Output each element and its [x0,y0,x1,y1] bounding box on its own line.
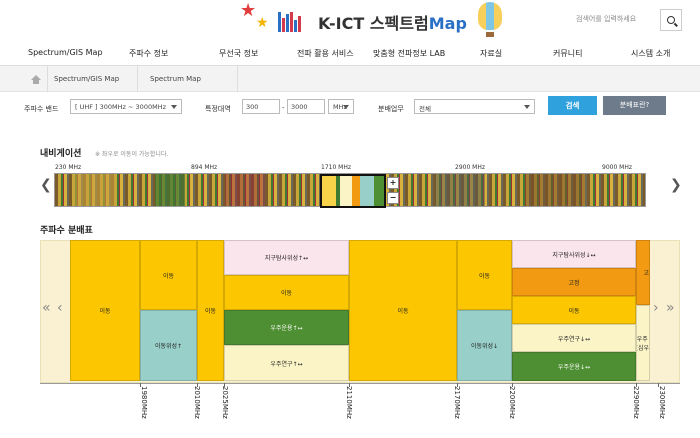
range-to-input[interactable]: 3000 [287,99,325,114]
alloc-cell[interactable]: 우주 (심우 [636,305,650,381]
alloc-cell[interactable]: 이동 [140,240,197,310]
nav-right-arrow-icon[interactable]: ❯ [670,177,682,193]
range-from-input[interactable]: 300 [242,99,280,114]
nav-frequency-info[interactable]: 주파수 정보 [129,48,168,59]
nav-tick: 1710 MHz [321,164,352,171]
alloc-cell[interactable]: 이동 [197,240,224,381]
search-button[interactable] [660,9,682,31]
window-band [374,176,384,206]
alloc-cell[interactable]: 우주연구↓↔ [512,324,636,352]
freq-label: 2010MHz [193,386,201,419]
window-band [340,176,352,206]
nav-left-arrow-icon[interactable]: ❮ [40,177,52,193]
nav-system-intro[interactable]: 시스템 소개 [631,48,670,59]
filter-bar: 주파수 밴드 [ UHF ] 300MHz ~ 3000MHz 특정대역 300… [0,96,700,120]
band-select-value: [ UHF ] 300MHz ~ 3000MHz [75,103,166,111]
alloc-cell[interactable]: 이동 [224,275,349,310]
nav-community[interactable]: 커뮤니티 [553,48,582,59]
chevron-down-icon [171,105,177,109]
nav-tick: 9000 MHz [602,164,633,171]
home-button[interactable] [24,66,48,92]
nav-custom-lab[interactable]: 맞춤형 전파정보 LAB [373,48,445,59]
allocation-help-button[interactable]: 분배표란? [603,96,666,115]
alloc-cell[interactable]: 고 [636,240,650,305]
range-separator: - [282,104,285,112]
alloc-cell[interactable]: 고정 [512,268,636,296]
alloc-cell[interactable]: 지구탐사위성↓↔ [512,240,636,268]
home-icon [30,74,41,84]
service-label: 분배업무 [378,105,404,113]
alloc-cell[interactable]: 우주운용↓↔ [512,352,636,381]
star-icon: ★ [240,0,257,21]
band-select[interactable]: [ UHF ] 300MHz ~ 3000MHz [70,99,182,114]
double-right-arrow-icon[interactable]: » [666,300,675,316]
range-label: 특정대역 [205,105,231,113]
navigation-title: 내비게이션 [40,149,82,159]
service-select[interactable]: 전체 [414,99,535,114]
search-icon [667,16,675,24]
alloc-cell[interactable]: 이동 [349,240,457,381]
alloc-cell[interactable]: 이동 [70,240,140,381]
nav-radio-services[interactable]: 전파 활용 서비스 [297,48,354,59]
allocation-title: 주파수 분배표 [40,226,93,236]
chevron-down-icon [343,105,349,109]
strip-band [435,174,485,206]
allocation-table: « ‹ 이동 이동 이동위성↑ 이동 지구탐사위성↑↔ 이동 우주운용↑↔ 우주… [40,240,680,423]
strip-band [75,174,115,206]
right-arrow-icon[interactable]: › [653,300,659,316]
alloc-cell[interactable]: 우주운용↑↔ [224,310,349,345]
breadcrumb-level1[interactable]: Spectrum/GIS Map [48,66,138,92]
window-band [352,176,360,206]
strip-band [225,174,265,206]
nav-tick: 894 MHz [191,164,218,171]
freq-label: 2200MHz [508,386,516,419]
alloc-cell[interactable]: 이동 [512,296,636,324]
logo-text: K-ICT 스펙트럼Map [318,14,467,33]
zoom-in-button[interactable]: + [387,177,399,189]
nav-archive[interactable]: 자료실 [480,48,502,59]
nav-tick: 230 MHz [55,164,82,171]
site-header: ★ ★ K-ICT 스펙트럼Map 검색어를 입력하세요 [0,0,700,42]
nav-station-info[interactable]: 무선국 정보 [219,48,258,59]
frequency-axis [40,383,680,423]
balloon-icon [478,2,502,30]
navigation-hint: ※ 좌우로 이동이 가능합니다. [95,151,169,158]
double-left-arrow-icon[interactable]: « [42,300,51,316]
zoom-out-button[interactable]: − [387,192,399,204]
breadcrumb: Spectrum/GIS Map Spectrum Map [0,66,700,92]
unit-select[interactable]: MHz [328,99,354,114]
service-select-value: 전체 [419,105,431,113]
freq-label: 1980MHz [140,386,148,419]
allocation-help-label: 분배표란? [619,101,650,109]
left-arrow-icon[interactable]: ‹ [57,300,63,316]
star-icon: ★ [256,15,269,31]
freq-label: 2110MHz [345,386,353,419]
alloc-cell[interactable]: 이동위성↑ [140,310,197,381]
window-band [360,176,374,206]
band-label: 주파수 밴드 [24,105,59,113]
main-navigation: Spectrum/GIS Map 주파수 정보 무선국 정보 전파 활용 서비스… [0,42,700,66]
search-input[interactable]: 검색어를 입력하세요 [576,14,636,24]
nav-tick: 2900 MHz [455,164,486,171]
nav-spectrum-gis-map[interactable]: Spectrum/GIS Map [28,48,103,57]
breadcrumb-level2[interactable]: Spectrum Map [138,66,238,92]
window-band [322,176,336,206]
alloc-cell[interactable]: 이동 [457,240,512,310]
balloon-basket [486,32,494,37]
freq-label: 2025MHz [221,386,229,419]
alloc-cell[interactable]: 우주연구↑↔ [224,345,349,381]
navigator-selection-window[interactable] [320,174,386,208]
alloc-cell[interactable]: 지구탐사위성↑↔ [224,240,349,275]
freq-label: 2170MHz [453,386,461,419]
strip-band [525,174,585,206]
search-submit-button[interactable]: 검색 [548,96,597,115]
freq-label: 2290MHz [632,386,640,419]
freq-label: 2300MHz [658,386,666,419]
chevron-down-icon [524,105,530,109]
strip-band [155,174,185,206]
alloc-cell[interactable]: 이동위성↓ [457,310,512,381]
logo-bars-icon [278,12,310,32]
